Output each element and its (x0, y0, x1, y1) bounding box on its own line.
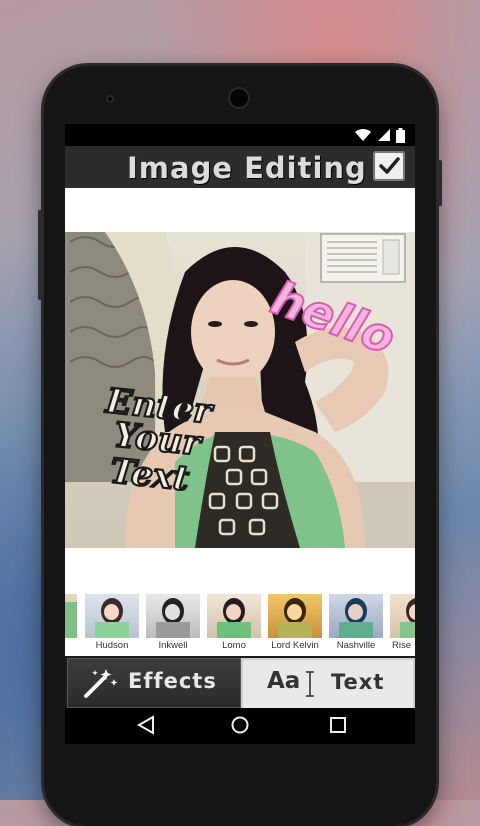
status-bar (65, 124, 415, 146)
filter-label: Nashville (336, 640, 376, 651)
sensor (106, 95, 114, 103)
filter-item[interactable] (65, 594, 77, 654)
recents-icon[interactable] (327, 714, 349, 736)
filter-thumbnail (85, 594, 139, 638)
filter-strip[interactable]: Hudson Inkwell Lomo Lord Kelvin Nashvill… (65, 588, 415, 656)
filter-item-hudson[interactable]: Hudson (85, 594, 139, 654)
filter-thumbnail (146, 594, 200, 638)
text-cursor-icon (306, 671, 314, 697)
filter-item-lord-kelvin[interactable]: Lord Kelvin (268, 594, 322, 654)
edit-canvas[interactable]: hello Enter Your Text (65, 188, 415, 588)
app-bar: Image Editing (65, 146, 415, 189)
filter-label: Hudson (95, 640, 129, 651)
svg-text:Text: Text (108, 451, 191, 499)
screen: Image Editing hello Enter Your Text Huds… (65, 124, 415, 744)
filter-thumbnail (65, 594, 77, 638)
filter-label: Inkwell (158, 640, 188, 651)
tab-text[interactable]: Aa Text (241, 658, 415, 710)
navigation-bar (65, 708, 415, 744)
confirm-button[interactable] (373, 151, 405, 181)
filter-item-rise[interactable]: Rise (390, 594, 415, 654)
photo-illustration: hello Enter Your Text (65, 232, 415, 548)
front-camera (228, 87, 250, 109)
bottom-tabs: Effects Aa Text (65, 656, 415, 710)
filter-label: Lomo (222, 640, 246, 651)
battery-icon (396, 127, 405, 143)
tab-text-label: Text (331, 670, 385, 694)
check-icon (379, 157, 400, 174)
magic-wand-icon (84, 669, 118, 698)
page-title: Image Editing (127, 151, 367, 185)
filter-item-nashville[interactable]: Nashville (329, 594, 383, 654)
filter-item-lomo[interactable]: Lomo (207, 594, 261, 654)
filter-thumbnail (390, 594, 415, 638)
filter-thumbnail (268, 594, 322, 638)
filter-label: Rise (392, 640, 412, 651)
phone-side-button (38, 210, 44, 300)
filter-thumbnail (329, 594, 383, 638)
text-style-icon: Aa (267, 668, 301, 694)
filter-thumbnail (207, 594, 261, 638)
edited-photo[interactable]: hello Enter Your Text (65, 232, 415, 548)
filter-item-inkwell[interactable]: Inkwell (146, 594, 200, 654)
phone-side-button (436, 160, 442, 206)
home-icon[interactable] (229, 714, 251, 736)
back-icon[interactable] (135, 714, 157, 736)
filter-label: Lord Kelvin (271, 640, 319, 651)
tab-effects-label: Effects (128, 669, 217, 693)
wifi-icon (355, 128, 371, 141)
tab-effects[interactable]: Effects (67, 658, 241, 708)
signal-icon (378, 129, 390, 141)
